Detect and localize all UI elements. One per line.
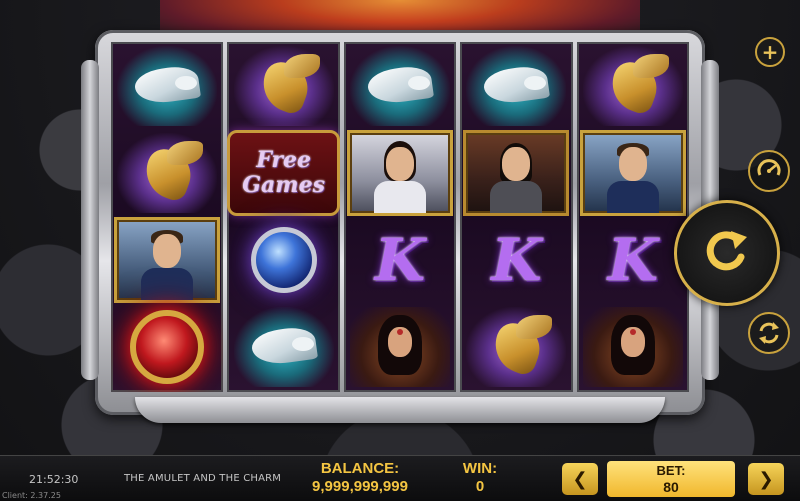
reel-frame: Free Games K K K: [81, 30, 719, 423]
symbol-white-dove: [344, 42, 456, 129]
symbol-white-dove: [460, 42, 572, 129]
autoplay-button[interactable]: [748, 150, 790, 192]
chevron-right-icon: ❯: [758, 468, 774, 490]
client-version: Client: 2.37.25: [2, 491, 61, 500]
symbol-k: K: [577, 216, 689, 303]
k-letter: K: [374, 225, 426, 294]
symbol-warrior-portrait: [460, 129, 572, 216]
balance-label: BALANCE:: [320, 460, 400, 477]
reel-2: Free Games: [227, 42, 340, 392]
bet-label: BET:: [656, 463, 686, 478]
symbol-dark-sorceress: [577, 303, 689, 390]
autoplay-gauge-icon: [757, 159, 781, 176]
spin-arrow-icon: [706, 231, 747, 271]
win-label: WIN:: [462, 460, 498, 477]
symbol-gold-dragon: [111, 129, 223, 216]
bet-value: 80: [663, 479, 679, 495]
k-letter: K: [607, 225, 659, 294]
bet-increase-button[interactable]: ❯: [748, 463, 784, 495]
symbol-white-dove: [111, 42, 223, 129]
symbol-red-amulet: [111, 303, 223, 390]
reel-1: [111, 42, 224, 392]
plus-button[interactable]: +: [755, 37, 785, 67]
free-games-line1: Free: [256, 146, 312, 173]
balance-value: 9,999,999,999: [312, 478, 408, 495]
frame-bottom-ornament: [135, 397, 665, 423]
symbol-gold-dragon: [577, 42, 689, 129]
symbol-white-dove: [227, 303, 339, 390]
symbol-dark-sorceress: [344, 303, 456, 390]
chevron-left-icon: ❮: [572, 468, 588, 490]
quick-spin-icon: [759, 322, 779, 344]
clock: 21:52:30: [29, 473, 79, 486]
reels-area: Free Games K K K: [111, 42, 690, 392]
bet-decrease-button[interactable]: ❮: [562, 463, 598, 495]
win-value: 0: [475, 478, 485, 495]
symbol-knight-portrait: [577, 129, 689, 216]
reel-3: K: [343, 42, 457, 392]
symbol-k: K: [344, 216, 456, 303]
symbol-blue-charm: [227, 216, 339, 303]
k-letter: K: [491, 225, 542, 294]
symbol-knight-portrait: [111, 216, 223, 303]
reel-4: K: [460, 42, 573, 392]
quick-spin-button[interactable]: [748, 312, 790, 354]
symbol-free-games: Free Games: [227, 129, 340, 216]
bet-display: BET: 80: [607, 461, 735, 497]
free-games-line2: Games: [242, 171, 325, 198]
game-title: THE AMULET AND THE CHARM: [124, 473, 282, 484]
reel-5: K: [576, 42, 690, 392]
plus-icon: +: [761, 40, 779, 64]
symbol-gold-dragon: [460, 303, 572, 390]
symbol-princess-portrait: [344, 129, 456, 216]
symbol-k: K: [460, 216, 572, 303]
symbol-gold-dragon: [227, 42, 339, 129]
spin-button[interactable]: [674, 200, 780, 306]
